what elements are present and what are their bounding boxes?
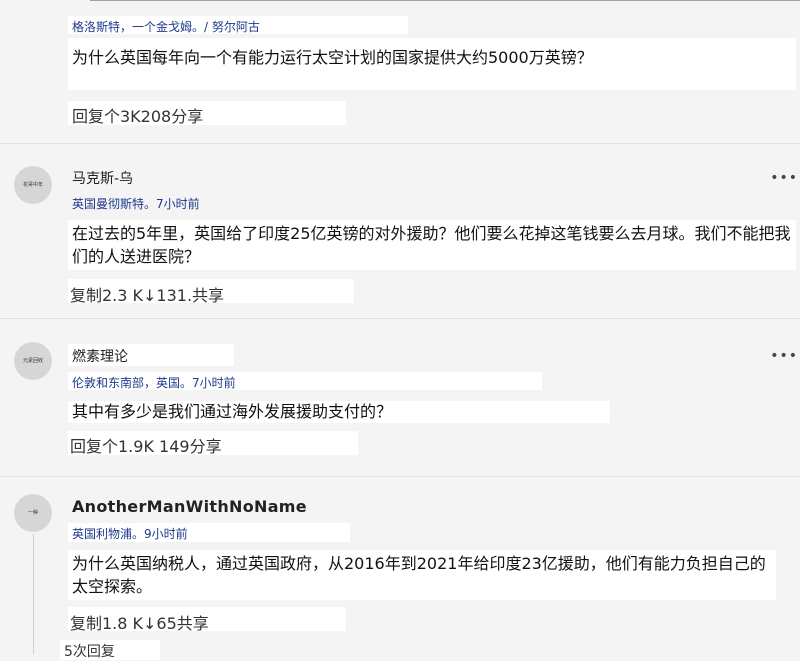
more-options-icon[interactable]: •••	[770, 170, 798, 186]
comment-meta: 英国曼彻斯特。7小时前	[72, 197, 200, 211]
avatar[interactable]: 元素回收	[14, 342, 52, 380]
comment-author[interactable]: 马克斯-乌	[72, 168, 133, 188]
comment-meta: 伦敦和东南部，英国。7小时前	[72, 376, 236, 390]
comment-body: 为什么英国每年向一个有能力运行太空计划的国家提供大约5000万英镑？	[72, 48, 593, 67]
thread-line	[33, 534, 34, 654]
replies-link[interactable]: 5次回复	[64, 641, 115, 661]
comment-author[interactable]: AnotherManWithNoName	[72, 497, 307, 516]
comment-actions[interactable]: 复制1.8 K↓65共享	[70, 610, 209, 634]
comment-actions[interactable]: 回复个3K208分享	[72, 103, 203, 127]
avatar[interactable]: 花哥中年	[14, 166, 52, 204]
comment-body: 其中有多少是我们通过海外发展援助支付的？	[72, 402, 393, 421]
comment-actions[interactable]: 回复个1.9K 149分享	[70, 433, 222, 457]
divider	[0, 476, 800, 477]
comment-meta: 英国利物浦。9小时前	[72, 527, 188, 541]
avatar[interactable]: 一种	[14, 494, 52, 532]
divider	[0, 143, 800, 144]
comment-body: 为什么英国纳税人，通过英国政府，从2016年到2021年给印度23亿援助，他们有…	[72, 554, 766, 596]
comment-body: 在过去的5年里，英国给了印度25亿英镑的对外援助？他们要么花掉这笔钱要么去月球。…	[72, 224, 791, 266]
comment-meta: 格洛斯特，一个金戈姆。/ 努尔阿古	[72, 20, 260, 34]
comment-author[interactable]: 燃素理论	[72, 346, 128, 366]
divider	[90, 0, 800, 1]
more-options-icon[interactable]: •••	[770, 348, 798, 364]
divider	[0, 318, 800, 319]
comment-actions[interactable]: 复制2.3 K↓131.共享	[70, 282, 224, 306]
